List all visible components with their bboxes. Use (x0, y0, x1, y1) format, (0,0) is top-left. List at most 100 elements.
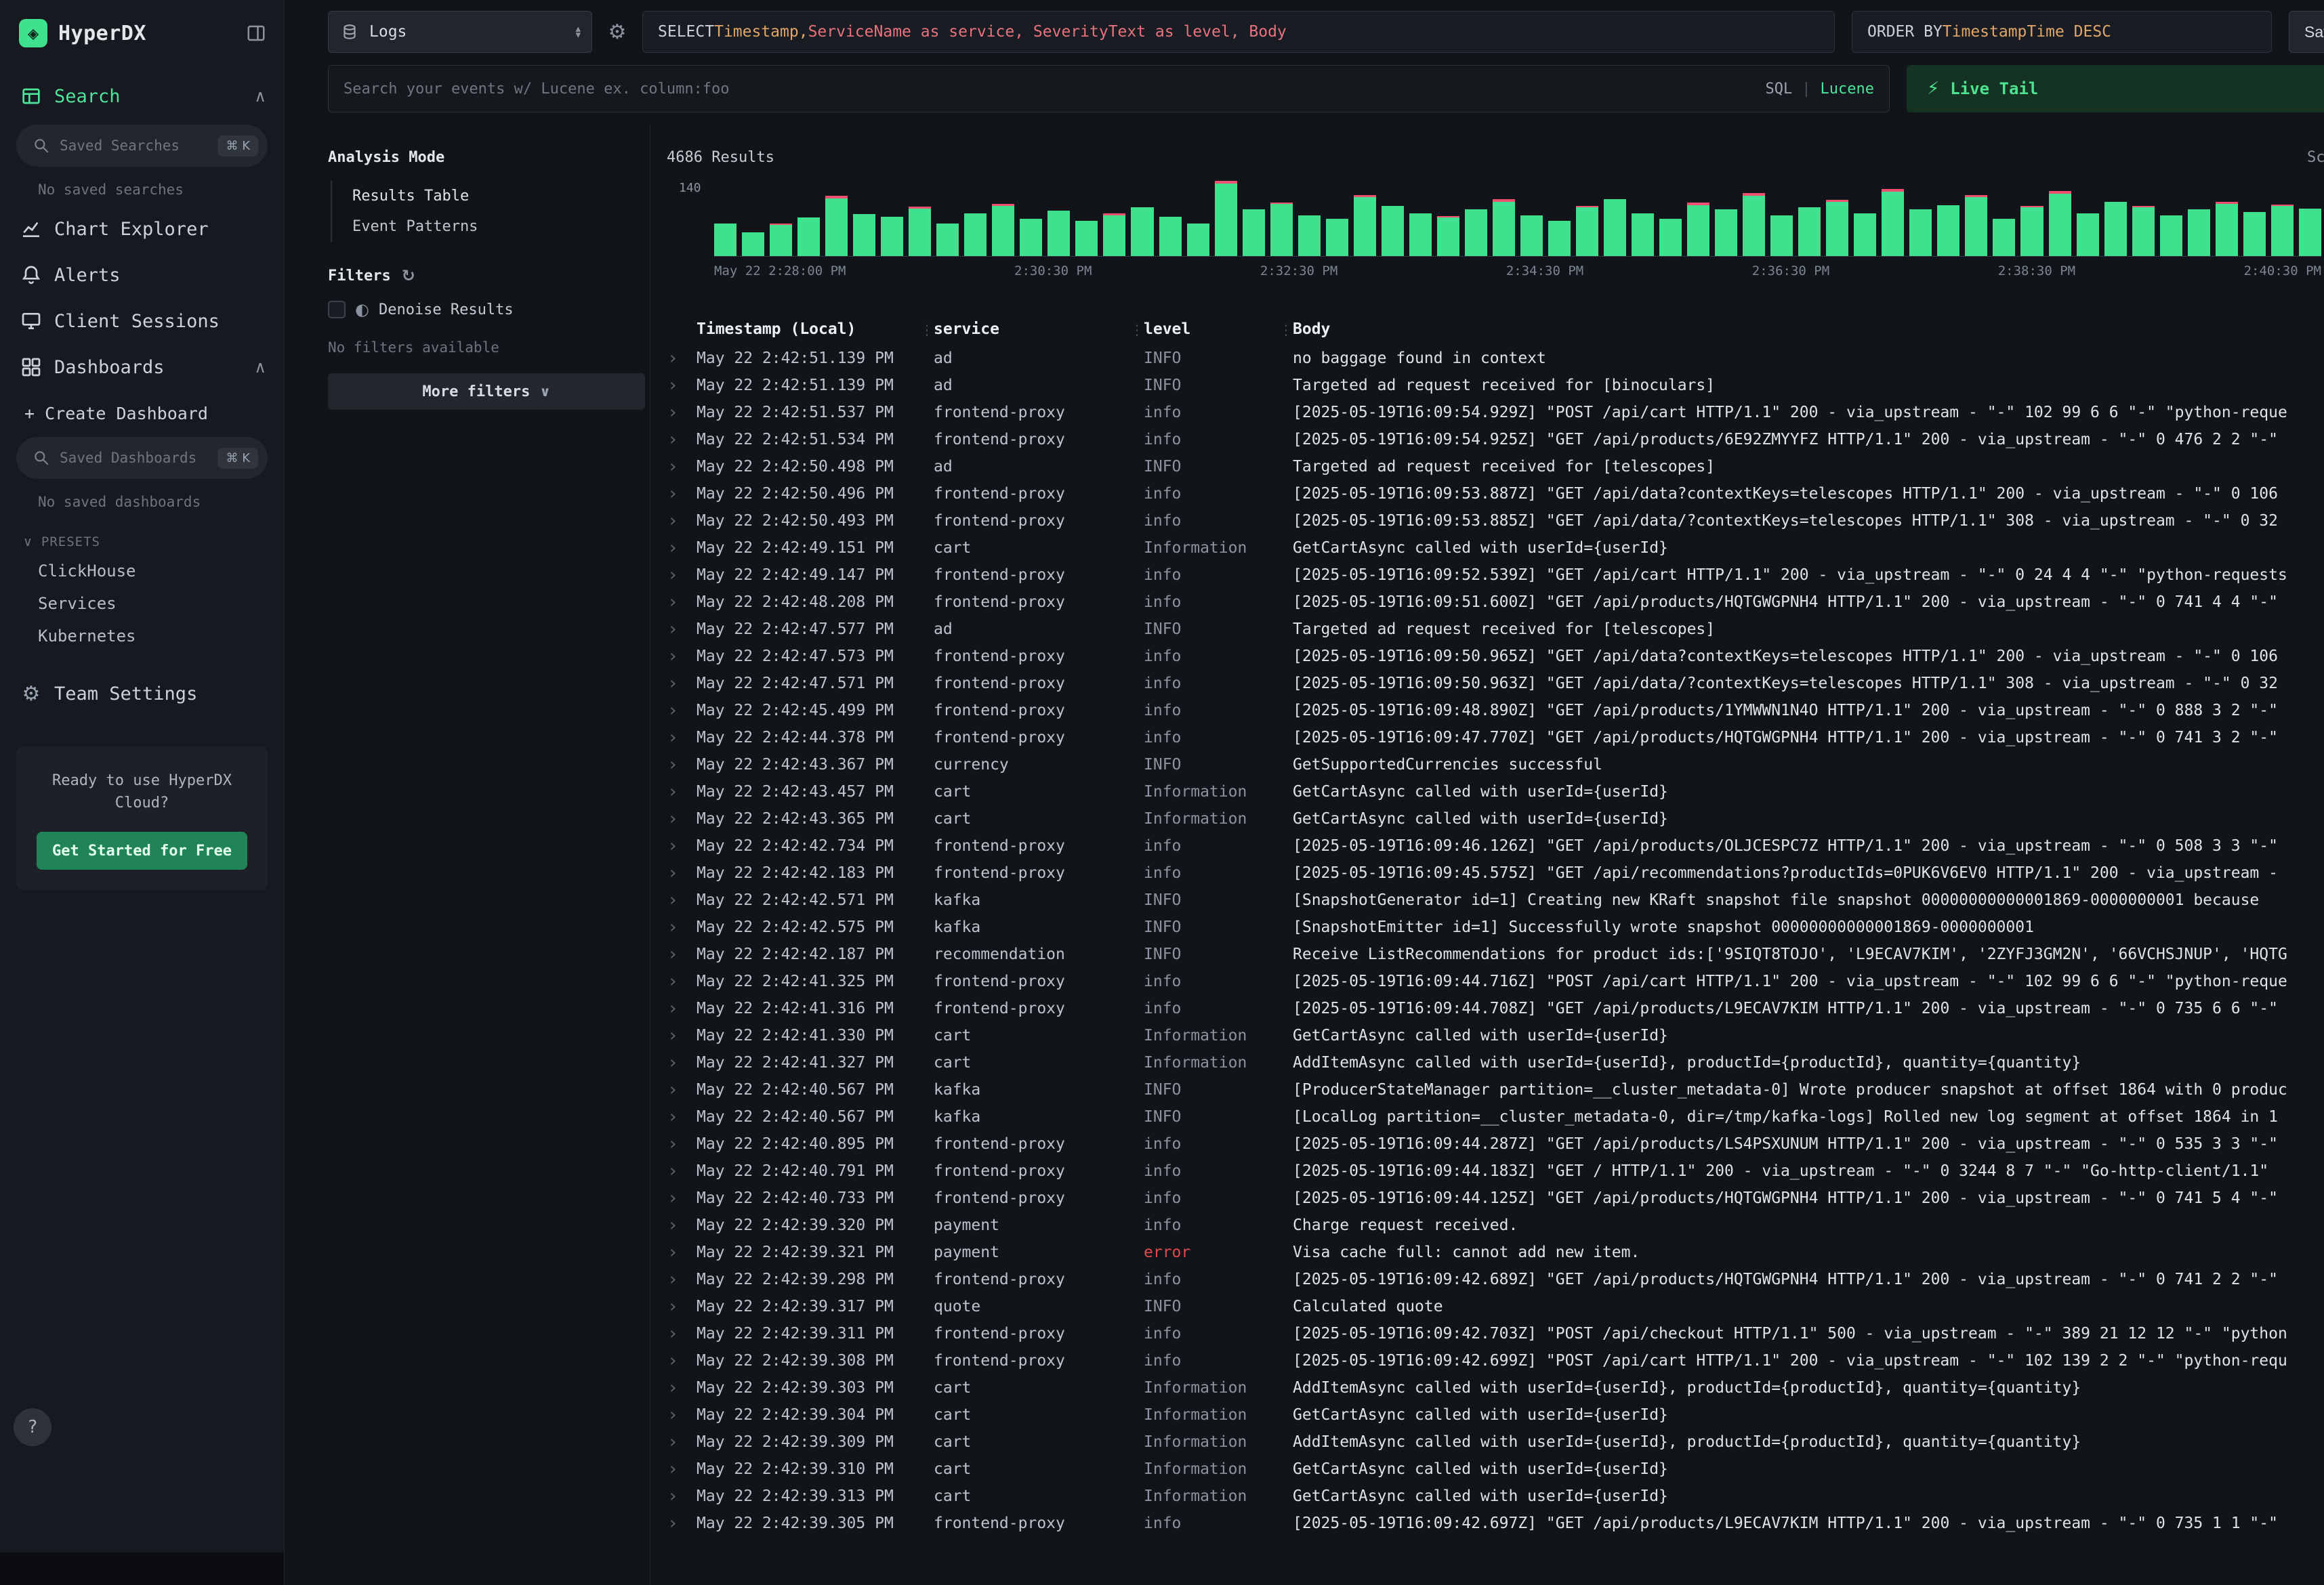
column-resize-handle-icon[interactable]: ⋮ (1130, 322, 1144, 338)
row-expand-chevron-icon[interactable]: › (667, 1298, 697, 1315)
histogram-bar[interactable] (1270, 177, 1293, 256)
histogram-bar[interactable] (1520, 177, 1543, 256)
table-row[interactable]: ›May 22 2:42:39.311 PMfrontend-proxyinfo… (667, 1320, 2324, 1347)
create-dashboard-button[interactable]: + Create Dashboard (0, 390, 284, 431)
row-expand-chevron-icon[interactable]: › (667, 512, 697, 530)
histogram-bar[interactable] (853, 177, 875, 256)
row-expand-chevron-icon[interactable]: › (667, 1108, 697, 1126)
mode-lucene[interactable]: Lucene (1821, 81, 1874, 98)
histogram-bar[interactable] (1187, 177, 1209, 256)
table-row[interactable]: ›May 22 2:42:39.308 PMfrontend-proxyinfo… (667, 1347, 2324, 1374)
histogram-bar[interactable] (1965, 177, 1987, 256)
row-expand-chevron-icon[interactable]: › (667, 377, 697, 394)
row-expand-chevron-icon[interactable]: › (667, 566, 697, 584)
table-row[interactable]: ›May 22 2:42:51.537 PMfrontend-proxyinfo… (667, 399, 2324, 426)
histogram-bar[interactable] (1493, 177, 1515, 256)
histogram-bar[interactable] (1548, 177, 1571, 256)
histogram-bar[interactable] (1437, 177, 1459, 256)
sidebar-item-preset-services[interactable]: Services (0, 587, 284, 620)
table-row[interactable]: ›May 22 2:42:44.378 PMfrontend-proxyinfo… (667, 724, 2324, 751)
table-row[interactable]: ›May 22 2:42:40.895 PMfrontend-proxyinfo… (667, 1130, 2324, 1158)
table-row[interactable]: ›May 22 2:42:49.147 PMfrontend-proxyinfo… (667, 562, 2324, 589)
histogram-bar[interactable] (797, 177, 820, 256)
refresh-icon[interactable]: ↻ (402, 266, 415, 285)
histogram-bar[interactable] (992, 177, 1014, 256)
row-expand-chevron-icon[interactable]: › (667, 1027, 697, 1044)
histogram-bar[interactable] (770, 177, 792, 256)
table-row[interactable]: ›May 22 2:42:42.734 PMfrontend-proxyinfo… (667, 832, 2324, 860)
help-button[interactable]: ? (14, 1408, 51, 1446)
histogram-bar[interactable] (1604, 177, 1626, 256)
table-row[interactable]: ›May 22 2:42:42.187 PMrecommendationINFO… (667, 941, 2324, 968)
histogram-bar[interactable] (1103, 177, 1125, 256)
histogram-bar[interactable] (2299, 177, 2321, 256)
table-row[interactable]: ›May 22 2:42:40.791 PMfrontend-proxyinfo… (667, 1158, 2324, 1185)
histogram-bar[interactable] (1576, 177, 1598, 256)
sidebar-item-chart-explorer[interactable]: Chart Explorer (0, 206, 284, 252)
column-header-service[interactable]: ⋮service (934, 320, 1144, 338)
order-by-input[interactable]: ORDER BY TimestampTime DESC (1852, 11, 2272, 53)
table-row[interactable]: ›May 22 2:42:43.457 PMcartInformationGet… (667, 778, 2324, 805)
histogram-bar[interactable] (964, 177, 987, 256)
histogram-bar[interactable] (1354, 177, 1376, 256)
sidebar-item-preset-clickhouse[interactable]: ClickHouse (0, 555, 284, 587)
sidebar-item-search[interactable]: Search ∧ (0, 73, 284, 119)
histogram-bar[interactable] (1465, 177, 1487, 256)
row-expand-chevron-icon[interactable]: › (667, 1515, 697, 1532)
table-row[interactable]: ›May 22 2:42:50.498 PMadINFOTargeted ad … (667, 453, 2324, 480)
row-expand-chevron-icon[interactable]: › (667, 1460, 697, 1478)
table-row[interactable]: ›May 22 2:42:39.320 PMpaymentinfoCharge … (667, 1212, 2324, 1239)
table-row[interactable]: ›May 22 2:42:42.571 PMkafkaINFO[Snapshot… (667, 887, 2324, 914)
histogram-bar[interactable] (936, 177, 959, 256)
row-expand-chevron-icon[interactable]: › (667, 620, 697, 638)
presets-section-toggle[interactable]: ∨ PRESETS (0, 518, 284, 555)
row-expand-chevron-icon[interactable]: › (667, 1406, 697, 1424)
sidebar-item-preset-kubernetes[interactable]: Kubernetes (0, 620, 284, 652)
chevron-up-icon[interactable]: ∧ (254, 87, 266, 106)
mode-results-table[interactable]: Results Table (332, 181, 643, 211)
histogram-bar[interactable] (1854, 177, 1876, 256)
row-expand-chevron-icon[interactable]: › (667, 431, 697, 448)
table-row[interactable]: ›May 22 2:42:40.733 PMfrontend-proxyinfo… (667, 1185, 2324, 1212)
histogram-bar[interactable] (2020, 177, 2043, 256)
table-row[interactable]: ›May 22 2:42:39.298 PMfrontend-proxyinfo… (667, 1266, 2324, 1293)
mode-sql[interactable]: SQL (1766, 81, 1793, 98)
table-row[interactable]: ›May 22 2:42:48.208 PMfrontend-proxyinfo… (667, 589, 2324, 616)
live-tail-button[interactable]: ⚡ Live Tail (1907, 65, 2324, 112)
table-row[interactable]: ›May 22 2:42:42.183 PMfrontend-proxyinfo… (667, 860, 2324, 887)
saved-searches-search[interactable]: ⌘ K (16, 125, 268, 167)
more-filters-button[interactable]: More filters ∨ (328, 373, 645, 410)
row-expand-chevron-icon[interactable]: › (667, 1244, 697, 1261)
row-expand-chevron-icon[interactable]: › (667, 648, 697, 665)
histogram-bar[interactable] (1215, 177, 1237, 256)
row-expand-chevron-icon[interactable]: › (667, 864, 697, 882)
histogram-bar[interactable] (2077, 177, 2099, 256)
row-expand-chevron-icon[interactable]: › (667, 485, 697, 503)
row-expand-chevron-icon[interactable]: › (667, 350, 697, 367)
row-expand-chevron-icon[interactable]: › (667, 1000, 697, 1017)
table-row[interactable]: ›May 22 2:42:43.367 PMcurrencyINFOGetSup… (667, 751, 2324, 778)
row-expand-chevron-icon[interactable]: › (667, 756, 697, 774)
histogram-bar[interactable] (881, 177, 903, 256)
table-row[interactable]: ›May 22 2:42:39.310 PMcartInformationGet… (667, 1456, 2324, 1483)
sidebar-collapse-icon[interactable] (246, 23, 266, 43)
row-expand-chevron-icon[interactable]: › (667, 973, 697, 990)
histogram-bar[interactable] (909, 177, 931, 256)
row-expand-chevron-icon[interactable]: › (667, 810, 697, 828)
row-expand-chevron-icon[interactable]: › (667, 1135, 697, 1153)
saved-searches-input[interactable] (60, 138, 208, 154)
table-row[interactable]: ›May 22 2:42:41.330 PMcartInformationGet… (667, 1022, 2324, 1049)
table-row[interactable]: ›May 22 2:42:41.325 PMfrontend-proxyinfo… (667, 968, 2324, 995)
sidebar-item-dashboards[interactable]: Dashboards ∧ (0, 344, 284, 390)
denoise-checkbox[interactable] (328, 301, 346, 318)
table-row[interactable]: ›May 22 2:42:49.151 PMcartInformationGet… (667, 534, 2324, 562)
histogram-bar[interactable] (1632, 177, 1654, 256)
row-expand-chevron-icon[interactable]: › (667, 918, 697, 936)
row-expand-chevron-icon[interactable]: › (667, 837, 697, 855)
histogram-bar[interactable] (1770, 177, 1793, 256)
table-row[interactable]: ›May 22 2:42:39.321 PMpaymenterrorVisa c… (667, 1239, 2324, 1266)
histogram-bar[interactable] (2132, 177, 2155, 256)
save-button[interactable]: Save (2289, 11, 2324, 53)
table-row[interactable]: ›May 22 2:42:39.309 PMcartInformationAdd… (667, 1429, 2324, 1456)
row-expand-chevron-icon[interactable]: › (667, 539, 697, 557)
